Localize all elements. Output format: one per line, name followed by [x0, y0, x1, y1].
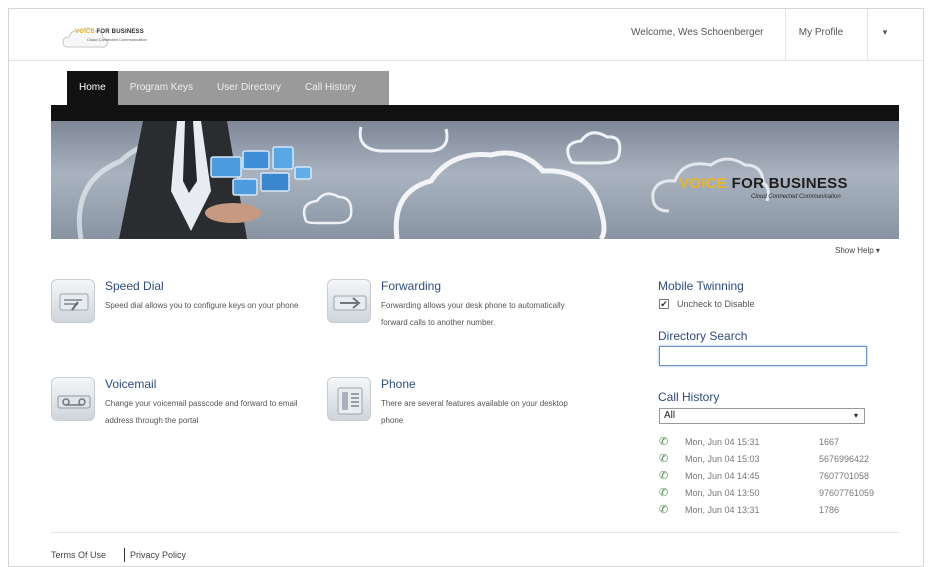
call-phone-icon: ✆ — [659, 470, 669, 482]
call-history-row[interactable]: ✆ Mon, Jun 04 13:50 97607761059 — [657, 486, 897, 502]
logo[interactable]: VOICE FOR BUSINESS Cloud Connected Commu… — [61, 23, 165, 53]
call-history-row[interactable]: ✆ Mon, Jun 04 13:31 1786 — [657, 503, 897, 519]
hero-banner: VOICE FOR BUSINESS Cloud Connected Commu… — [51, 121, 899, 239]
privacy-policy-link[interactable]: Privacy Policy — [130, 550, 186, 560]
header-divider — [867, 9, 868, 61]
call-phone-icon: ✆ — [659, 436, 669, 448]
forwarding-icon[interactable] — [327, 279, 371, 323]
call-phone-icon: ✆ — [659, 504, 669, 516]
profile-menu-caret-icon[interactable]: ▾ — [875, 27, 895, 38]
call-date: Mon, Jun 04 15:03 — [685, 454, 760, 464]
feature-voicemail[interactable]: Voicemail Change your voicemail passcode… — [51, 377, 311, 457]
call-date: Mon, Jun 04 15:31 — [685, 437, 760, 447]
phone-icon[interactable] — [327, 377, 371, 421]
tab-user-directory[interactable]: User Directory — [205, 71, 293, 105]
mobile-twinning-label: Mobile Twinning — [658, 279, 744, 293]
call-history-filter-select[interactable]: All ▾ — [659, 408, 865, 424]
speed-dial-icon[interactable] — [51, 279, 95, 323]
feature-title[interactable]: Speed Dial — [105, 279, 164, 293]
feature-speed-dial[interactable]: Speed Dial Speed dial allows you to conf… — [51, 279, 311, 349]
feature-description: Speed dial allows you to configure keys … — [105, 301, 299, 310]
feature-title[interactable]: Forwarding — [381, 279, 441, 293]
mobile-twinning-checkbox[interactable]: ✔ — [659, 299, 669, 309]
call-history-filter-value: All — [664, 410, 676, 421]
chevron-down-icon: ▾ — [853, 411, 858, 420]
uncheck-to-disable-label: Uncheck to Disable — [677, 299, 755, 309]
call-history-row[interactable]: ✆ Mon, Jun 04 15:31 1667 — [657, 435, 897, 451]
feature-description: Forwarding allows your desk phone to aut… — [381, 301, 565, 327]
tab-call-history[interactable]: Call History — [292, 71, 369, 105]
my-profile-link[interactable]: My Profile — [793, 27, 849, 38]
feature-title[interactable]: Voicemail — [105, 377, 156, 391]
call-phone-icon: ✆ — [659, 487, 669, 499]
call-date: Mon, Jun 04 13:31 — [685, 505, 760, 515]
feature-description: There are several features available on … — [381, 399, 568, 425]
show-help-toggle[interactable]: Show Help ▾ — [835, 246, 880, 255]
logo-text: VOICE FOR BUSINESS — [75, 29, 144, 35]
main-tabs: Home Program Keys User Directory Call Hi… — [67, 71, 369, 105]
footer-divider — [51, 532, 899, 533]
call-history-label: Call History — [658, 390, 720, 404]
header-divider — [785, 9, 786, 61]
directory-search-input[interactable] — [659, 346, 867, 366]
feature-title[interactable]: Phone — [381, 377, 416, 391]
call-phone-icon: ✆ — [659, 453, 669, 465]
call-history-row[interactable]: ✆ Mon, Jun 04 15:03 5676996422 — [657, 452, 897, 468]
feature-description: Change your voicemail passcode and forwa… — [105, 399, 298, 425]
footer-separator — [124, 548, 125, 562]
header: VOICE FOR BUSINESS Cloud Connected Commu… — [9, 9, 925, 61]
feature-phone[interactable]: Phone There are several features availab… — [327, 377, 587, 447]
call-date: Mon, Jun 04 13:50 — [685, 488, 760, 498]
feature-forwarding[interactable]: Forwarding Forwarding allows your desk p… — [327, 279, 587, 359]
banner-brand-title: VOICE FOR BUSINESS — [679, 175, 848, 192]
terms-of-use-link[interactable]: Terms Of Use — [51, 550, 106, 560]
call-number: 1667 — [819, 437, 840, 447]
call-date: Mon, Jun 04 14:45 — [685, 471, 760, 481]
call-number: 97607761059 — [819, 488, 875, 498]
call-number: 7607701058 — [819, 471, 870, 481]
welcome-text: Welcome, Wes Schoenberger — [631, 27, 764, 38]
logo-subtitle: Cloud Connected Communication — [87, 37, 147, 42]
banner-top-bar — [51, 105, 899, 121]
banner-brand: VOICE FOR BUSINESS Cloud Connected Commu… — [679, 175, 848, 200]
call-number: 5676996422 — [819, 454, 870, 464]
tab-program-keys[interactable]: Program Keys — [117, 71, 206, 105]
directory-search-label: Directory Search — [658, 329, 748, 343]
voicemail-icon[interactable] — [51, 377, 95, 421]
tab-home[interactable]: Home — [67, 71, 118, 105]
call-history-row[interactable]: ✆ Mon, Jun 04 14:45 7607701058 — [657, 469, 897, 485]
banner-brand-subtitle: Cloud Connected Communication — [751, 194, 841, 200]
call-number: 1786 — [819, 505, 840, 515]
page-frame: VOICE FOR BUSINESS Cloud Connected Commu… — [8, 8, 925, 567]
